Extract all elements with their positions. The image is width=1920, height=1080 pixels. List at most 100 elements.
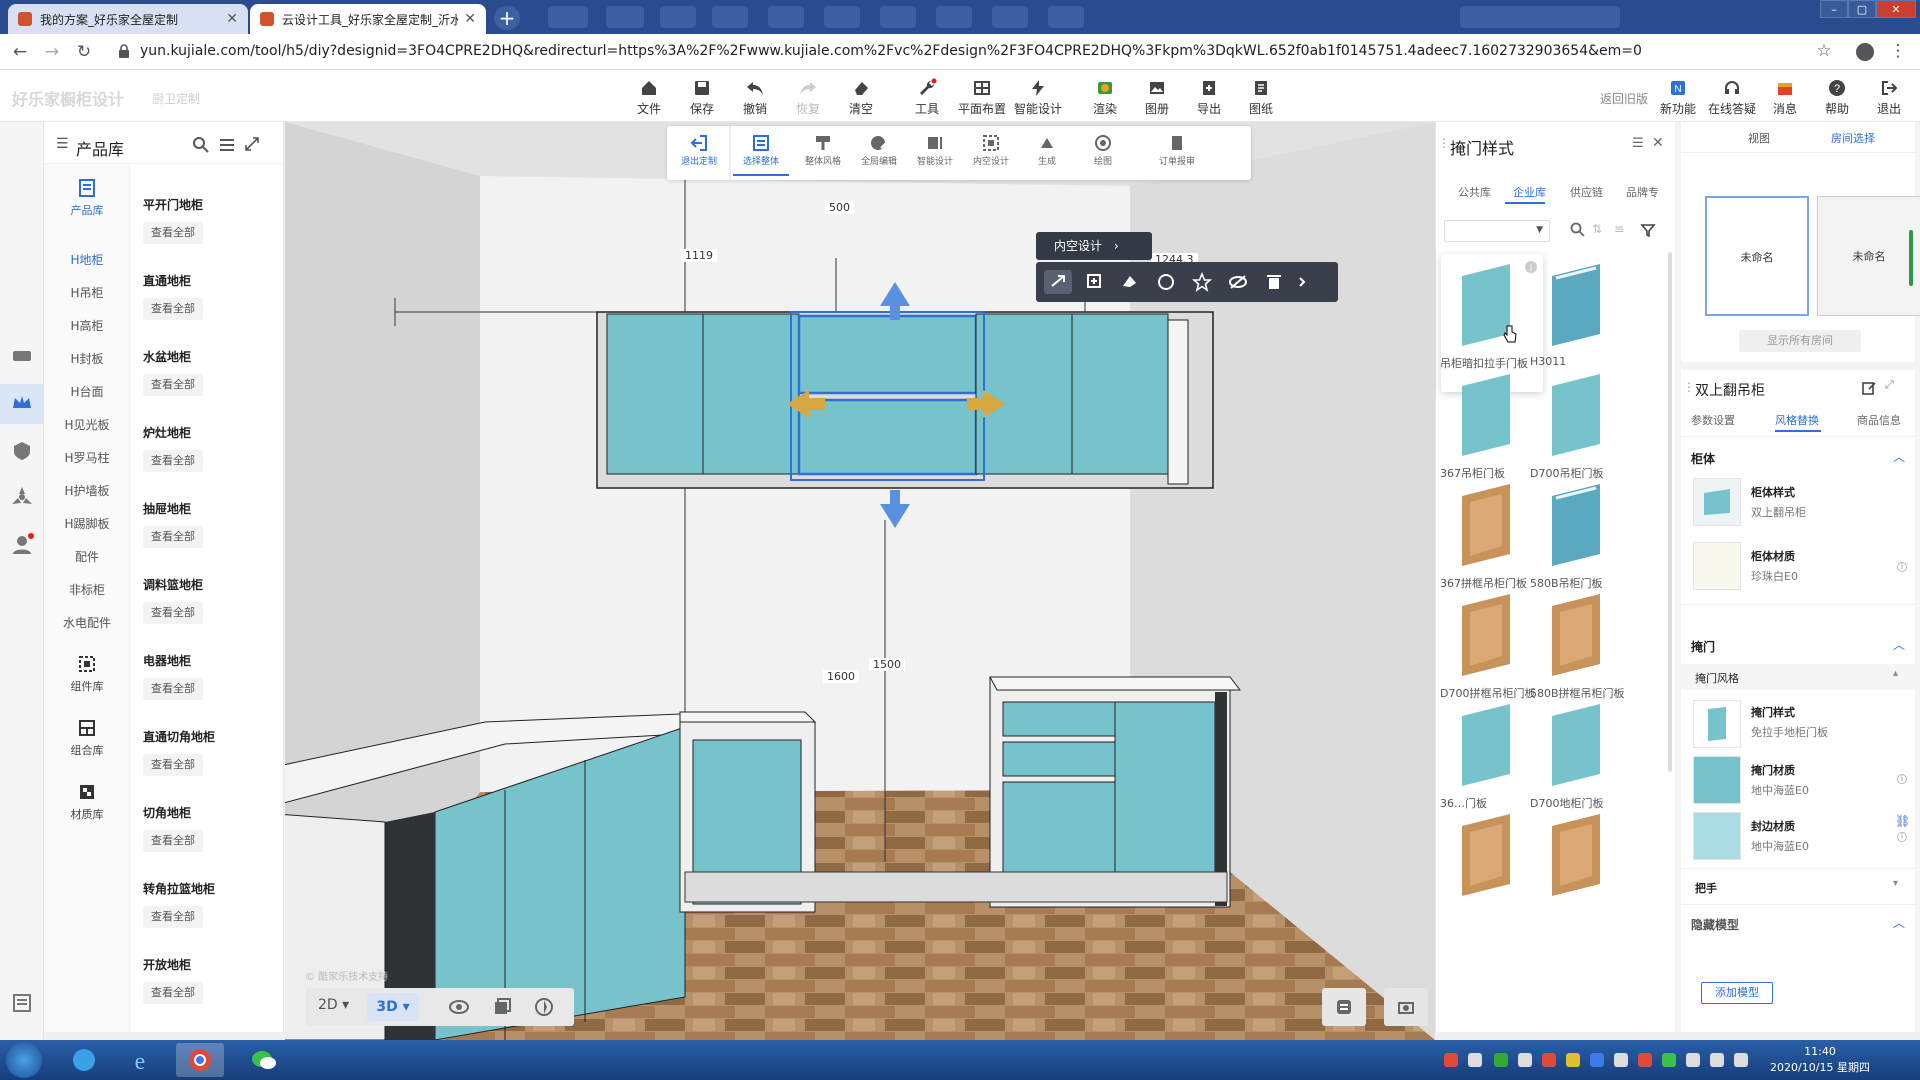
select-whole-button[interactable]: 选择整体	[733, 132, 789, 176]
close-tab-icon[interactable]: ✕	[464, 11, 476, 27]
view-all-button[interactable]: 查看全部	[143, 754, 203, 776]
view-all-button[interactable]: 查看全部	[143, 830, 203, 852]
list-icon[interactable]	[9, 990, 35, 1016]
compass-icon[interactable]	[534, 997, 554, 1017]
category-item[interactable]: H踢脚板	[44, 515, 130, 532]
dimension-label[interactable]: 1119	[681, 249, 717, 262]
clear-button[interactable]: 清空	[834, 76, 888, 120]
door-swatch[interactable]: D700吊柜门板	[1530, 368, 1626, 488]
volume-icon[interactable]	[1734, 1053, 1748, 1067]
tab-room-select[interactable]: 房间选择	[1831, 130, 1875, 146]
url-field[interactable]: yun.kujiale.com/tool/h5/diy?designid=3FO…	[140, 43, 1642, 59]
category-item[interactable]: H护墙板	[44, 482, 130, 499]
file-menu-button[interactable]: 文件	[622, 76, 676, 120]
view-all-button[interactable]: 查看全部	[143, 222, 203, 244]
tab-view[interactable]: 视图	[1748, 130, 1770, 146]
tab-supply-chain[interactable]: 供应链	[1570, 184, 1603, 200]
rotate-icon[interactable]	[1152, 270, 1180, 294]
category-item[interactable]: H吊柜	[44, 284, 130, 301]
trash-icon[interactable]	[1260, 270, 1288, 294]
hide-icon[interactable]	[1224, 270, 1252, 294]
2d-mode-button[interactable]: 2D ▾	[318, 997, 349, 1013]
list-view-icon[interactable]: ☰	[1632, 136, 1644, 151]
tray-icon[interactable]	[1614, 1053, 1628, 1067]
browser-tab-design-tool[interactable]: 云设计工具_好乐家全屋定制_沂水 ✕	[250, 4, 486, 34]
old-version-link[interactable]: 返回旧版	[1600, 90, 1648, 107]
tab-public-library[interactable]: 公共库	[1458, 184, 1491, 200]
chevron-up-icon[interactable]: ︿	[1893, 914, 1905, 931]
door-swatch[interactable]: 吊柜暗扣拉手门板	[1440, 258, 1536, 378]
door-swatch[interactable]: D700拼框吊柜门板	[1440, 588, 1536, 708]
tab-product-info[interactable]: 商品信息	[1857, 412, 1901, 428]
chevron-down-icon[interactable]: ▾	[1893, 878, 1898, 889]
paint-icon[interactable]	[1116, 270, 1144, 294]
category-item[interactable]: 水电配件	[44, 614, 130, 631]
render-button[interactable]: 渲染	[1078, 76, 1132, 120]
help-button[interactable]: ? 帮助	[1810, 76, 1864, 120]
show-all-rooms-button[interactable]: 显示所有房间	[1739, 330, 1861, 352]
ie-icon[interactable]: e	[116, 1043, 164, 1077]
door-swatch[interactable]	[1530, 808, 1626, 928]
door-swatch[interactable]: 367吊柜门板	[1440, 368, 1536, 488]
global-edit-button[interactable]: 全局编辑	[851, 132, 907, 176]
info-icon[interactable]: i	[1524, 260, 1538, 274]
reload-icon[interactable]: ↻	[72, 40, 96, 64]
room-card[interactable]: 未命名	[1817, 196, 1920, 316]
minimize-window-button[interactable]: –	[1820, 0, 1848, 18]
tray-icon[interactable]	[1518, 1053, 1532, 1067]
expand-icon[interactable]	[244, 136, 260, 152]
tab-parameters[interactable]: 参数设置	[1691, 412, 1735, 428]
generate-button[interactable]: 生成	[1019, 132, 1075, 176]
view-all-button[interactable]: 查看全部	[143, 450, 203, 472]
close-icon[interactable]: ✕	[1652, 135, 1664, 151]
section-door-header[interactable]: 掩门	[1691, 638, 1715, 655]
chevron-right-icon[interactable]	[1294, 270, 1310, 294]
tab-style-replace[interactable]: 风格替换	[1775, 412, 1819, 428]
tray-icon[interactable]	[1686, 1053, 1700, 1067]
category-item[interactable]: H台面	[44, 383, 130, 400]
back-icon[interactable]: ←	[8, 40, 32, 64]
hidden-model-header[interactable]: 隐藏模型	[1691, 916, 1739, 933]
tray-icon[interactable]	[1566, 1053, 1580, 1067]
category-item[interactable]: 非标柜	[44, 581, 130, 598]
close-tab-icon[interactable]: ✕	[226, 11, 238, 27]
search-icon[interactable]	[1570, 222, 1586, 238]
drag-handle-icon[interactable]: ⋮	[1438, 136, 1450, 150]
view-all-button[interactable]: 查看全部	[143, 298, 203, 320]
user-icon[interactable]	[9, 532, 35, 558]
tray-icon[interactable]	[1542, 1053, 1556, 1067]
body-material-thumbnail[interactable]	[1693, 542, 1741, 590]
taskbar-app-icon[interactable]	[60, 1043, 108, 1077]
profile-avatar[interactable]	[1856, 43, 1874, 61]
star-icon[interactable]	[1188, 270, 1216, 294]
category-item[interactable]: 配件	[44, 548, 130, 565]
sort-desc-icon[interactable]: ≡	[1614, 222, 1624, 236]
exit-button[interactable]: 退出	[1862, 76, 1916, 120]
door-swatch[interactable]	[1440, 808, 1536, 928]
nav-material-library[interactable]: 材质库	[44, 782, 130, 822]
info-icon[interactable]: i	[1897, 562, 1907, 572]
floor-plan-button[interactable]: 平面布置	[955, 76, 1009, 120]
drawings-button[interactable]: 图纸	[1234, 76, 1288, 120]
maximize-window-button[interactable]: ▢	[1848, 0, 1876, 18]
drawing-tool-button[interactable]: 绘图	[1075, 132, 1131, 176]
handle-section[interactable]: 把手	[1695, 880, 1717, 896]
global-style-button[interactable]: 整体风格	[795, 132, 851, 176]
nav-combo-library[interactable]: 组合库	[44, 718, 130, 758]
eye-icon[interactable]	[448, 997, 470, 1017]
expand-icon[interactable]: ⤢	[1885, 378, 1894, 392]
redo-button[interactable]: 恢复	[781, 76, 835, 120]
category-item[interactable]: H见光板	[44, 416, 130, 433]
edit-icon[interactable]	[1861, 380, 1877, 396]
undo-button[interactable]: 撤销	[728, 76, 782, 120]
start-button[interactable]	[6, 1042, 42, 1078]
messages-button[interactable]: 消息	[1758, 76, 1812, 120]
browser-tab-my-plans[interactable]: 我的方案_好乐家全屋定制 ✕	[8, 4, 248, 34]
edge-material-thumbnail[interactable]	[1693, 812, 1741, 860]
dimension-label[interactable]: 1600	[823, 670, 859, 683]
resize-icon[interactable]	[1044, 270, 1072, 294]
view-all-button[interactable]: 查看全部	[143, 526, 203, 548]
camera-settings-button[interactable]	[1384, 988, 1428, 1026]
tab-brand[interactable]: 品牌专	[1626, 184, 1659, 200]
forward-icon[interactable]: →	[40, 40, 64, 64]
